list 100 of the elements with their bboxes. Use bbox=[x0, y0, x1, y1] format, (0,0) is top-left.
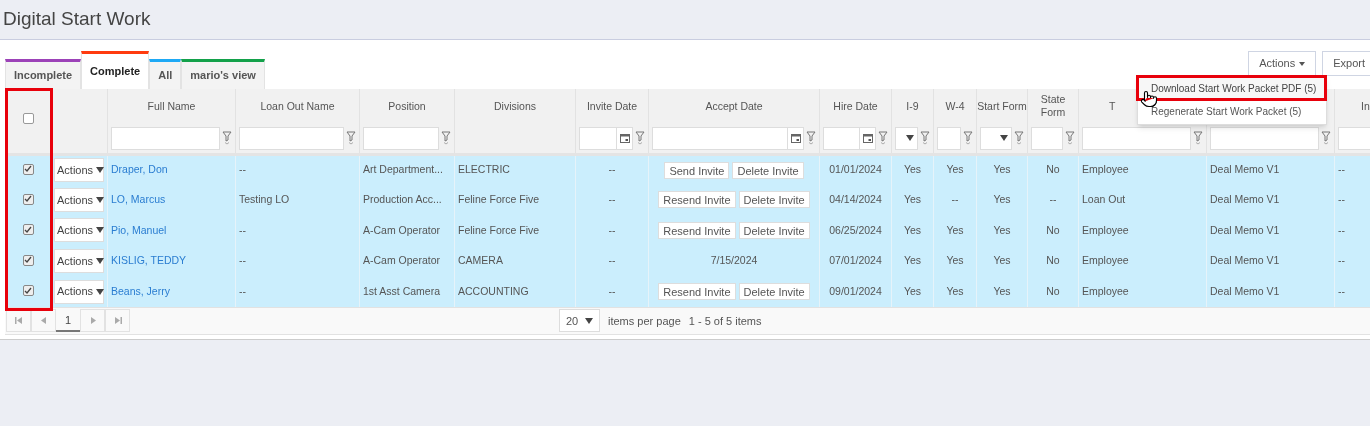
employee-name-link[interactable]: KISLIG, TEDDY bbox=[111, 254, 187, 267]
filter-icon[interactable] bbox=[920, 131, 930, 146]
delete-invite-button[interactable]: Delete Invite bbox=[738, 222, 810, 239]
row-actions-button[interactable]: Actions bbox=[54, 249, 104, 274]
actions-dropdown-button[interactable]: Actions bbox=[1248, 51, 1317, 76]
calendar-icon[interactable] bbox=[616, 127, 632, 149]
date-filter-field[interactable] bbox=[579, 126, 633, 150]
row-actions-button[interactable]: Actions bbox=[54, 158, 104, 183]
caret-icon bbox=[96, 258, 105, 265]
column-header[interactable]: Divisions bbox=[494, 99, 536, 113]
filter-icon[interactable] bbox=[1193, 131, 1203, 146]
last-page-icon bbox=[113, 317, 122, 325]
page-button[interactable]: 1 bbox=[56, 309, 80, 333]
column-header[interactable]: Position bbox=[388, 99, 426, 113]
delete-invite-button[interactable]: Delete Invite bbox=[738, 191, 810, 209]
filter-icon[interactable] bbox=[806, 131, 816, 146]
filter-field[interactable] bbox=[1031, 126, 1063, 150]
checkbox[interactable] bbox=[22, 112, 34, 124]
filter-field[interactable] bbox=[937, 126, 961, 150]
column-header[interactable]: Full Name bbox=[147, 99, 196, 113]
items-per-page-label: items per page bbox=[608, 313, 681, 329]
checkbox[interactable] bbox=[22, 285, 34, 297]
filter-field[interactable] bbox=[1210, 126, 1319, 150]
tab[interactable]: mario's view bbox=[181, 59, 265, 89]
table-cell: Yes bbox=[946, 223, 964, 236]
table-cell: Deal Memo V1 bbox=[1210, 254, 1280, 267]
table-cell: ELECTRIC bbox=[458, 163, 510, 176]
column-header[interactable]: W-4 bbox=[945, 99, 965, 113]
last-page-button[interactable] bbox=[105, 309, 130, 333]
filter-icon[interactable] bbox=[222, 131, 232, 146]
previous-page-button[interactable] bbox=[31, 309, 56, 333]
filter-icon[interactable] bbox=[1014, 131, 1024, 146]
checkbox[interactable] bbox=[22, 224, 34, 236]
column-header[interactable]: Hire Date bbox=[833, 99, 878, 113]
first-page-button[interactable] bbox=[6, 309, 31, 333]
employee-name-link[interactable]: LO, Marcus bbox=[111, 193, 166, 205]
table-cell: ACCOUNTING bbox=[458, 284, 529, 297]
filter-icon[interactable] bbox=[963, 131, 973, 146]
filter-field[interactable] bbox=[111, 126, 220, 150]
filter-field[interactable] bbox=[1082, 126, 1191, 150]
column-header[interactable]: In bbox=[1361, 99, 1370, 113]
table-cell: -- bbox=[608, 254, 616, 267]
invite-button[interactable]: Resend Invite bbox=[658, 222, 736, 239]
tab[interactable]: All bbox=[149, 59, 182, 89]
calendar-icon[interactable] bbox=[859, 127, 875, 149]
invite-button[interactable]: Resend Invite bbox=[658, 283, 736, 301]
table-cell: Employee bbox=[1082, 163, 1129, 176]
filter-select[interactable] bbox=[895, 126, 918, 150]
pager-summary: 1 - 5 of 5 items bbox=[688, 313, 762, 329]
caret-icon bbox=[96, 196, 105, 203]
column-header[interactable]: State Form bbox=[1028, 92, 1078, 119]
table-cell: -- bbox=[1338, 163, 1345, 176]
table-cell: Deal Memo V1 bbox=[1210, 223, 1280, 236]
employee-name-link[interactable]: Beans, Jerry bbox=[111, 284, 170, 297]
checkbox[interactable] bbox=[22, 254, 34, 266]
table-cell: Deal Memo V1 bbox=[1210, 163, 1280, 176]
table-cell: 09/01/2024 bbox=[829, 284, 882, 297]
filter-icon[interactable] bbox=[1321, 131, 1331, 146]
invite-button[interactable]: Send Invite bbox=[664, 161, 730, 179]
column-header[interactable]: Invite Date bbox=[586, 99, 638, 113]
date-filter-field[interactable] bbox=[652, 126, 804, 150]
table-cell: No bbox=[1046, 284, 1060, 297]
column-header[interactable]: T bbox=[1109, 99, 1116, 113]
invite-button[interactable]: Resend Invite bbox=[658, 191, 736, 209]
caret-icon bbox=[96, 167, 105, 174]
row-actions-button[interactable]: Actions bbox=[54, 187, 104, 212]
employee-name-link[interactable]: Pio, Manuel bbox=[111, 223, 167, 236]
table-cell: Yes bbox=[946, 284, 964, 297]
filter-field[interactable] bbox=[363, 126, 439, 150]
employee-name-link[interactable]: Draper, Don bbox=[111, 163, 168, 176]
table-cell: Yes bbox=[903, 284, 922, 297]
filter-icon[interactable] bbox=[346, 131, 356, 146]
export-button[interactable]: Export bbox=[1322, 51, 1370, 76]
filter-icon[interactable] bbox=[1065, 131, 1075, 146]
next-page-button[interactable] bbox=[80, 309, 105, 333]
filter-select[interactable] bbox=[980, 126, 1012, 150]
calendar-icon[interactable] bbox=[787, 127, 803, 149]
delete-invite-button[interactable]: Delete Invite bbox=[732, 161, 804, 179]
column-header[interactable]: Accept Date bbox=[705, 99, 763, 113]
filter-icon[interactable] bbox=[878, 131, 888, 146]
row-actions-button[interactable]: Actions bbox=[54, 279, 104, 304]
menu-item[interactable]: Regenerate Start Work Packet (5) bbox=[1138, 100, 1326, 123]
row-actions-button[interactable]: Actions bbox=[54, 218, 104, 243]
first-page-icon bbox=[14, 317, 23, 325]
tab[interactable]: Complete bbox=[81, 51, 150, 89]
filter-icon[interactable] bbox=[441, 131, 451, 146]
delete-invite-button[interactable]: Delete Invite bbox=[738, 283, 810, 301]
page-size-select[interactable]: 20 bbox=[559, 309, 600, 333]
filter-field[interactable] bbox=[239, 126, 344, 150]
tab[interactable]: Incomplete bbox=[5, 59, 82, 89]
table-cell: -- bbox=[608, 163, 616, 176]
filter-icon[interactable] bbox=[635, 131, 645, 146]
date-filter-field[interactable] bbox=[823, 126, 876, 150]
column-header[interactable]: I-9 bbox=[906, 99, 919, 113]
page-title: Digital Start Work bbox=[3, 7, 151, 32]
column-header[interactable]: Start Form bbox=[977, 99, 1027, 113]
table-cell: -- bbox=[1338, 223, 1345, 236]
column-header[interactable]: Loan Out Name bbox=[260, 99, 335, 113]
checkbox[interactable] bbox=[22, 163, 34, 175]
checkbox[interactable] bbox=[22, 193, 34, 205]
